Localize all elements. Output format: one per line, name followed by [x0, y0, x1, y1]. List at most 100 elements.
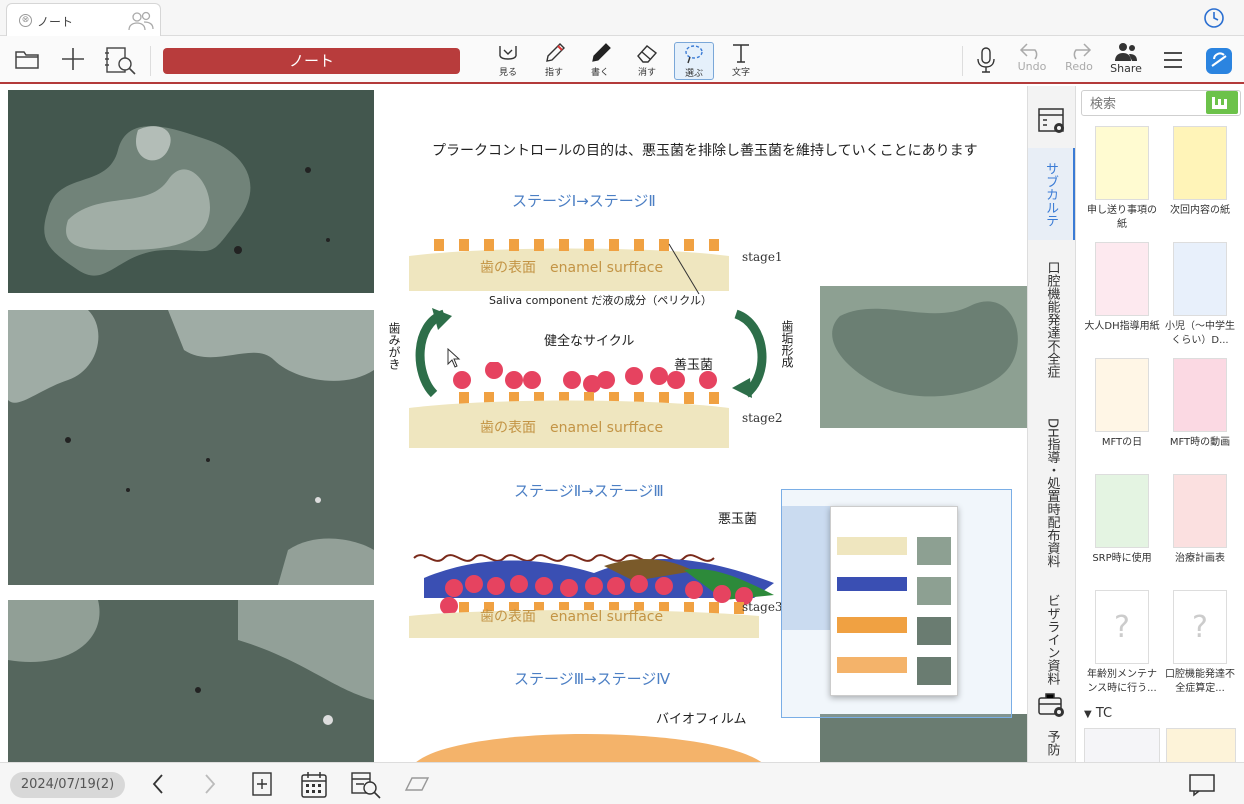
tool-text-button[interactable]: 文字: [721, 42, 761, 80]
thumbnail-item[interactable]: [1166, 728, 1236, 762]
tool-view-button[interactable]: 見る: [488, 42, 528, 80]
toolbar-divider: [962, 46, 963, 76]
thumbnail-item[interactable]: ? 口腔機能発達不全症算定...: [1162, 590, 1238, 696]
thumbnail-label: 治療計画表: [1175, 553, 1225, 564]
pointer-pen-icon: [546, 43, 565, 62]
search-button[interactable]: [1206, 91, 1238, 114]
app-icon[interactable]: [1205, 47, 1233, 75]
bottom-bar: 2024/07/19(2): [0, 762, 1244, 804]
side-tab-prevention[interactable]: 予防: [1028, 724, 1076, 762]
tab-close-icon[interactable]: ⊗: [19, 14, 32, 27]
tab-note[interactable]: ⊗ ノート: [6, 3, 161, 36]
stage4-diagram: [416, 734, 761, 762]
dragged-page-thumbnail[interactable]: [830, 506, 958, 696]
plaque-formation-label: 歯垢形成: [780, 320, 794, 368]
thumbnail-item[interactable]: 治療計画表: [1162, 474, 1238, 566]
thumbnail-image: [1095, 358, 1149, 432]
tool-finger-button[interactable]: 指す: [534, 42, 574, 80]
thumbnail-image: [1095, 126, 1149, 200]
thumbnail-item[interactable]: 小児（〜中学生くらい）D...: [1162, 242, 1238, 348]
previous-page-icon[interactable]: [150, 771, 166, 797]
thumbnail-item[interactable]: SRP時に使用: [1084, 474, 1160, 566]
thumbnail-label: 年齢別メンテナンス時に行う...: [1087, 669, 1157, 694]
stage1-label: stage1: [742, 250, 783, 264]
tool-text-label: 文字: [731, 68, 750, 78]
redo-label: Redo: [1065, 60, 1093, 73]
thumbnail-image: [1095, 474, 1149, 548]
next-page-icon[interactable]: [202, 771, 218, 797]
thumbnail-label: MFTの日: [1101, 437, 1143, 448]
thumbnail-image: ?: [1095, 590, 1149, 664]
side-tab-oral-function[interactable]: 口腔機能発達不全症: [1028, 244, 1076, 394]
note-title-field[interactable]: ノート: [163, 48, 460, 74]
thumbnail-item[interactable]: 大人DH指導用紙: [1084, 242, 1160, 334]
thumbnail-label: 次回内容の紙: [1170, 205, 1230, 216]
search-icon: [1212, 97, 1227, 109]
tool-erase-button[interactable]: 消す: [627, 42, 667, 80]
section-header-tc[interactable]: ▼ TC: [1084, 706, 1112, 721]
tooth-surface-label: 歯の表面 enamel surfface: [480, 420, 664, 436]
pen-icon: [592, 43, 611, 62]
thumbnail-item[interactable]: MFTの日: [1084, 358, 1160, 450]
page-search-icon[interactable]: [350, 771, 382, 799]
biofilm-label: バイオフィルム: [656, 712, 747, 727]
eraser-outline-icon[interactable]: [404, 776, 430, 792]
side-tab-dh-materials[interactable]: DH指導・処置時配布資料: [1028, 398, 1076, 588]
eraser-icon: [637, 45, 658, 63]
thumbnail-image: [1173, 358, 1227, 432]
note-search-icon[interactable]: [104, 46, 138, 76]
undo-label: Undo: [1017, 60, 1047, 73]
microscope-image: [8, 310, 374, 585]
tool-view-label: 見る: [498, 68, 517, 78]
thumbnail-label: 小児（〜中学生くらい）D...: [1165, 321, 1235, 346]
microscope-image: [8, 600, 374, 762]
share-label: Share: [1110, 62, 1142, 75]
redo-button[interactable]: Redo: [1059, 42, 1099, 73]
stage-heading: ステージⅢ→ステージⅣ: [514, 670, 671, 688]
toolbar: ノート 見る 指す 書く 消す 選ぶ 文字 Undo Redo Share: [0, 36, 1244, 84]
menu-icon[interactable]: [1162, 50, 1184, 70]
cursor-icon: [447, 348, 461, 368]
thumbnail-item[interactable]: 申し送り事項の紙: [1084, 126, 1160, 232]
toolbox-settings-icon[interactable]: [1037, 690, 1067, 720]
users-icon[interactable]: [127, 10, 155, 32]
stage-heading: ステージⅠ→ステージⅡ: [512, 192, 656, 210]
add-icon[interactable]: [60, 46, 86, 72]
template-settings-icon[interactable]: [1037, 106, 1067, 136]
thumbnail-image: [1173, 474, 1227, 548]
tab-bar: ⊗ ノート: [0, 0, 1244, 36]
tool-write-button[interactable]: 書く: [580, 42, 620, 80]
healthy-cycle-label: 健全なサイクル: [544, 334, 635, 349]
template-thumbnail-panel: 申し送り事項の紙 次回内容の紙 大人DH指導用紙 小児（〜中学生くらい）D...…: [1075, 86, 1244, 762]
unknown-thumbnail-icon: ?: [1192, 610, 1208, 645]
thumbnail-item[interactable]: ? 年齢別メンテナンス時に行う...: [1084, 590, 1160, 696]
thumbnail-label: SRP時に使用: [1092, 553, 1152, 564]
add-page-icon[interactable]: [251, 771, 273, 797]
tool-finger-label: 指す: [544, 68, 563, 78]
collapse-arrow-icon: ▼: [1084, 709, 1092, 720]
side-tab-invisalign[interactable]: ビザライン資料: [1028, 592, 1076, 686]
calendar-icon[interactable]: [300, 771, 328, 799]
undo-button[interactable]: Undo: [1012, 42, 1052, 73]
thumbnail-label: 申し送り事項の紙: [1087, 205, 1157, 230]
share-button[interactable]: Share: [1106, 42, 1146, 75]
thumbnail-image: ?: [1173, 590, 1227, 664]
thumbnail-item[interactable]: MFT時の動画: [1162, 358, 1238, 450]
folder-icon[interactable]: [14, 46, 40, 72]
thumbnail-item[interactable]: [1084, 728, 1160, 762]
stage2-diagram: [409, 362, 729, 448]
redo-icon: [1073, 43, 1092, 60]
thumbnail-item[interactable]: 次回内容の紙: [1162, 126, 1238, 218]
saliva-label: Saliva component だ液の成分（ペリクル）: [489, 294, 712, 307]
side-tab-subkarte[interactable]: サブカルテ: [1028, 148, 1076, 240]
microphone-icon[interactable]: [975, 46, 997, 74]
tool-select-button[interactable]: 選ぶ: [674, 42, 714, 80]
thumbnail-label: 口腔機能発達不全症算定...: [1165, 669, 1235, 694]
thumbnail-image: [1173, 126, 1227, 200]
microscope-image: [820, 714, 1027, 762]
unknown-thumbnail-icon: ?: [1114, 610, 1130, 645]
clock-icon[interactable]: [1203, 7, 1225, 29]
comment-icon[interactable]: [1188, 773, 1216, 797]
page-date-button[interactable]: 2024/07/19(2): [10, 772, 125, 798]
note-canvas[interactable]: プラークコントロールの目的は、悪玉菌を排除し善玉菌を維持していくことにあります …: [0, 86, 1027, 762]
